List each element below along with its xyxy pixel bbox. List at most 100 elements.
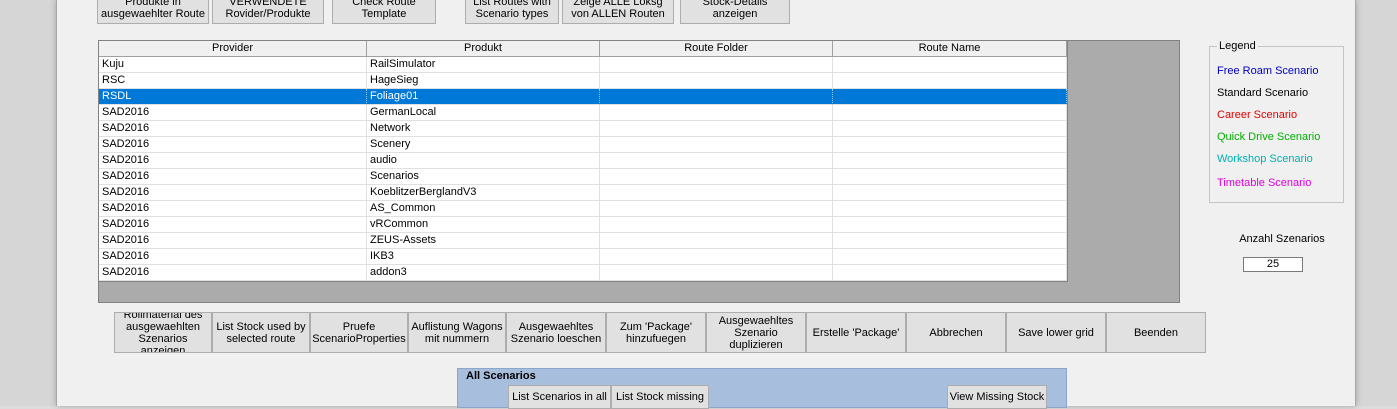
zeige-alle-loks-button[interactable]: Zeige ALLE Loksg von ALLEN Routen [562, 0, 674, 24]
cell-provider: SAD2016 [99, 121, 367, 137]
table-row[interactable]: SAD2016 GermanLocal [99, 105, 1067, 121]
table-row[interactable]: SAD2016 Scenarios [99, 169, 1067, 185]
cell-route-folder [600, 185, 833, 201]
background-right [1354, 0, 1397, 406]
background-left [0, 0, 56, 406]
table-row[interactable]: SAD2016 vRCommon [99, 217, 1067, 233]
cell-provider: SAD2016 [99, 153, 367, 169]
route-grid-panel: Provider Produkt Route Folder Route Name… [98, 40, 1180, 303]
cell-produkt: Scenery [367, 137, 600, 153]
table-row[interactable]: SAD2016 AS_Common [99, 201, 1067, 217]
cell-route-folder [600, 265, 833, 281]
grid-header: Provider Produkt Route Folder Route Name [99, 41, 1067, 57]
cell-route-folder [600, 217, 833, 233]
table-row[interactable]: Kuju RailSimulator [99, 57, 1067, 73]
cell-produkt: RailSimulator [367, 57, 600, 73]
column-header-route-name[interactable]: Route Name [833, 41, 1067, 57]
legend-item: Timetable Scenario [1217, 177, 1312, 189]
abbrechen-button[interactable]: Abbrechen [906, 312, 1006, 353]
stock-details-button[interactable]: Stock-Details anzeigen [680, 0, 790, 24]
cell-route-name [833, 265, 1067, 281]
all-scenarios-title: All Scenarios [466, 370, 536, 382]
cell-produkt: IKB3 [367, 249, 600, 265]
cell-route-name [833, 169, 1067, 185]
cell-provider: SAD2016 [99, 169, 367, 185]
cell-route-folder [600, 137, 833, 153]
cell-route-name [833, 249, 1067, 265]
cell-produkt: HageSieg [367, 73, 600, 89]
column-header-provider[interactable]: Provider [99, 41, 367, 57]
cell-produkt: Scenarios [367, 169, 600, 185]
erstelle-package-button[interactable]: Erstelle 'Package' [806, 312, 906, 353]
table-row[interactable]: SAD2016 KoeblitzerBerglandV3 [99, 185, 1067, 201]
cell-provider: SAD2016 [99, 105, 367, 121]
list-routes-scenario-types-button[interactable]: List Routes with Scenario types [465, 0, 559, 24]
beenden-button[interactable]: Beenden [1106, 312, 1206, 353]
szenario-loeschen-button[interactable]: Ausgewaehltes Szenario loeschen [506, 312, 606, 353]
szenario-duplizieren-button[interactable]: Ausgewaehltes Szenario duplizieren [706, 312, 806, 353]
route-grid[interactable]: Provider Produkt Route Folder Route Name… [99, 41, 1068, 282]
verwendete-provider-button[interactable]: VERWENDETE Rovider/Produkte [212, 0, 324, 24]
cell-route-folder [600, 201, 833, 217]
column-header-route-folder[interactable]: Route Folder [600, 41, 833, 57]
table-row[interactable]: SAD2016 audio [99, 153, 1067, 169]
cell-route-name [833, 105, 1067, 121]
cell-route-folder [600, 153, 833, 169]
cell-route-folder [600, 73, 833, 89]
produkte-in-route-button[interactable]: Produkte in ausgewaehlter Route [97, 0, 209, 24]
cell-produkt: GermanLocal [367, 105, 600, 121]
all-scenarios-group: All Scenarios List Scenarios in all List… [457, 368, 1067, 409]
legend-item: Quick Drive Scenario [1217, 131, 1321, 143]
table-row[interactable]: SAD2016 Scenery [99, 137, 1067, 153]
anzahl-szenarios-field[interactable]: 25 [1243, 257, 1303, 272]
cell-provider: SAD2016 [99, 265, 367, 281]
cell-provider: RSC [99, 73, 367, 89]
cell-provider: RSDL [99, 89, 367, 105]
list-stock-used-button[interactable]: List Stock used by selected route [212, 312, 310, 353]
legend-item: Free Roam Scenario [1217, 65, 1319, 77]
cell-route-folder [600, 249, 833, 265]
view-missing-stock-button[interactable]: View Missing Stock [947, 385, 1047, 409]
grid-body: Kuju RailSimulator RSC HageSieg RSDL Foliage0… [99, 57, 1067, 281]
auflistung-wagons-button[interactable]: Auflistung Wagons mit nummern [408, 312, 506, 353]
cell-produkt: Foliage01 [367, 89, 600, 105]
cell-provider: SAD2016 [99, 201, 367, 217]
cell-route-folder [600, 57, 833, 73]
cell-route-name [833, 233, 1067, 249]
list-scenarios-in-all-button[interactable]: List Scenarios in all [508, 385, 611, 409]
zum-package-hinzufuegen-button[interactable]: Zum 'Package' hinzufuegen [606, 312, 706, 353]
cell-route-name [833, 185, 1067, 201]
table-row[interactable]: SAD2016 addon3 [99, 265, 1067, 281]
cell-route-folder [600, 105, 833, 121]
cell-route-name [833, 89, 1067, 105]
column-header-produkt[interactable]: Produkt [367, 41, 600, 57]
cell-produkt: audio [367, 153, 600, 169]
cell-produkt: Network [367, 121, 600, 137]
list-stock-missing-button[interactable]: List Stock missing [611, 385, 709, 409]
cell-route-name [833, 57, 1067, 73]
rollmaterial-anzeigen-button[interactable]: Rollmaterial des ausgewaehlten Szenarios… [114, 312, 212, 353]
cell-route-name [833, 121, 1067, 137]
save-lower-grid-button[interactable]: Save lower grid [1006, 312, 1106, 353]
cell-produkt: vRCommon [367, 217, 600, 233]
cell-route-name [833, 217, 1067, 233]
check-route-template-button[interactable]: Check Route Template [332, 0, 436, 24]
table-row[interactable]: SAD2016 IKB3 [99, 249, 1067, 265]
legend-item: Career Scenario [1217, 109, 1298, 121]
cell-route-name [833, 73, 1067, 89]
cell-route-folder [600, 233, 833, 249]
legend-item: Workshop Scenario [1217, 153, 1313, 165]
cell-produkt: ZEUS-Assets [367, 233, 600, 249]
cell-route-folder [600, 89, 833, 105]
cell-route-name [833, 201, 1067, 217]
pruefe-scenario-properties-button[interactable]: Pruefe ScenarioProperties [310, 312, 408, 353]
table-row[interactable]: RSDL Foliage01 [99, 89, 1067, 105]
cell-produkt: KoeblitzerBerglandV3 [367, 185, 600, 201]
cell-provider: SAD2016 [99, 217, 367, 233]
table-row[interactable]: SAD2016 Network [99, 121, 1067, 137]
table-row[interactable]: RSC HageSieg [99, 73, 1067, 89]
legend-title: Legend [1217, 40, 1258, 52]
table-row[interactable]: SAD2016 ZEUS-Assets [99, 233, 1067, 249]
legend-group: Legend Free Roam Scenario Standard Scenar… [1209, 40, 1344, 203]
cell-route-folder [600, 121, 833, 137]
